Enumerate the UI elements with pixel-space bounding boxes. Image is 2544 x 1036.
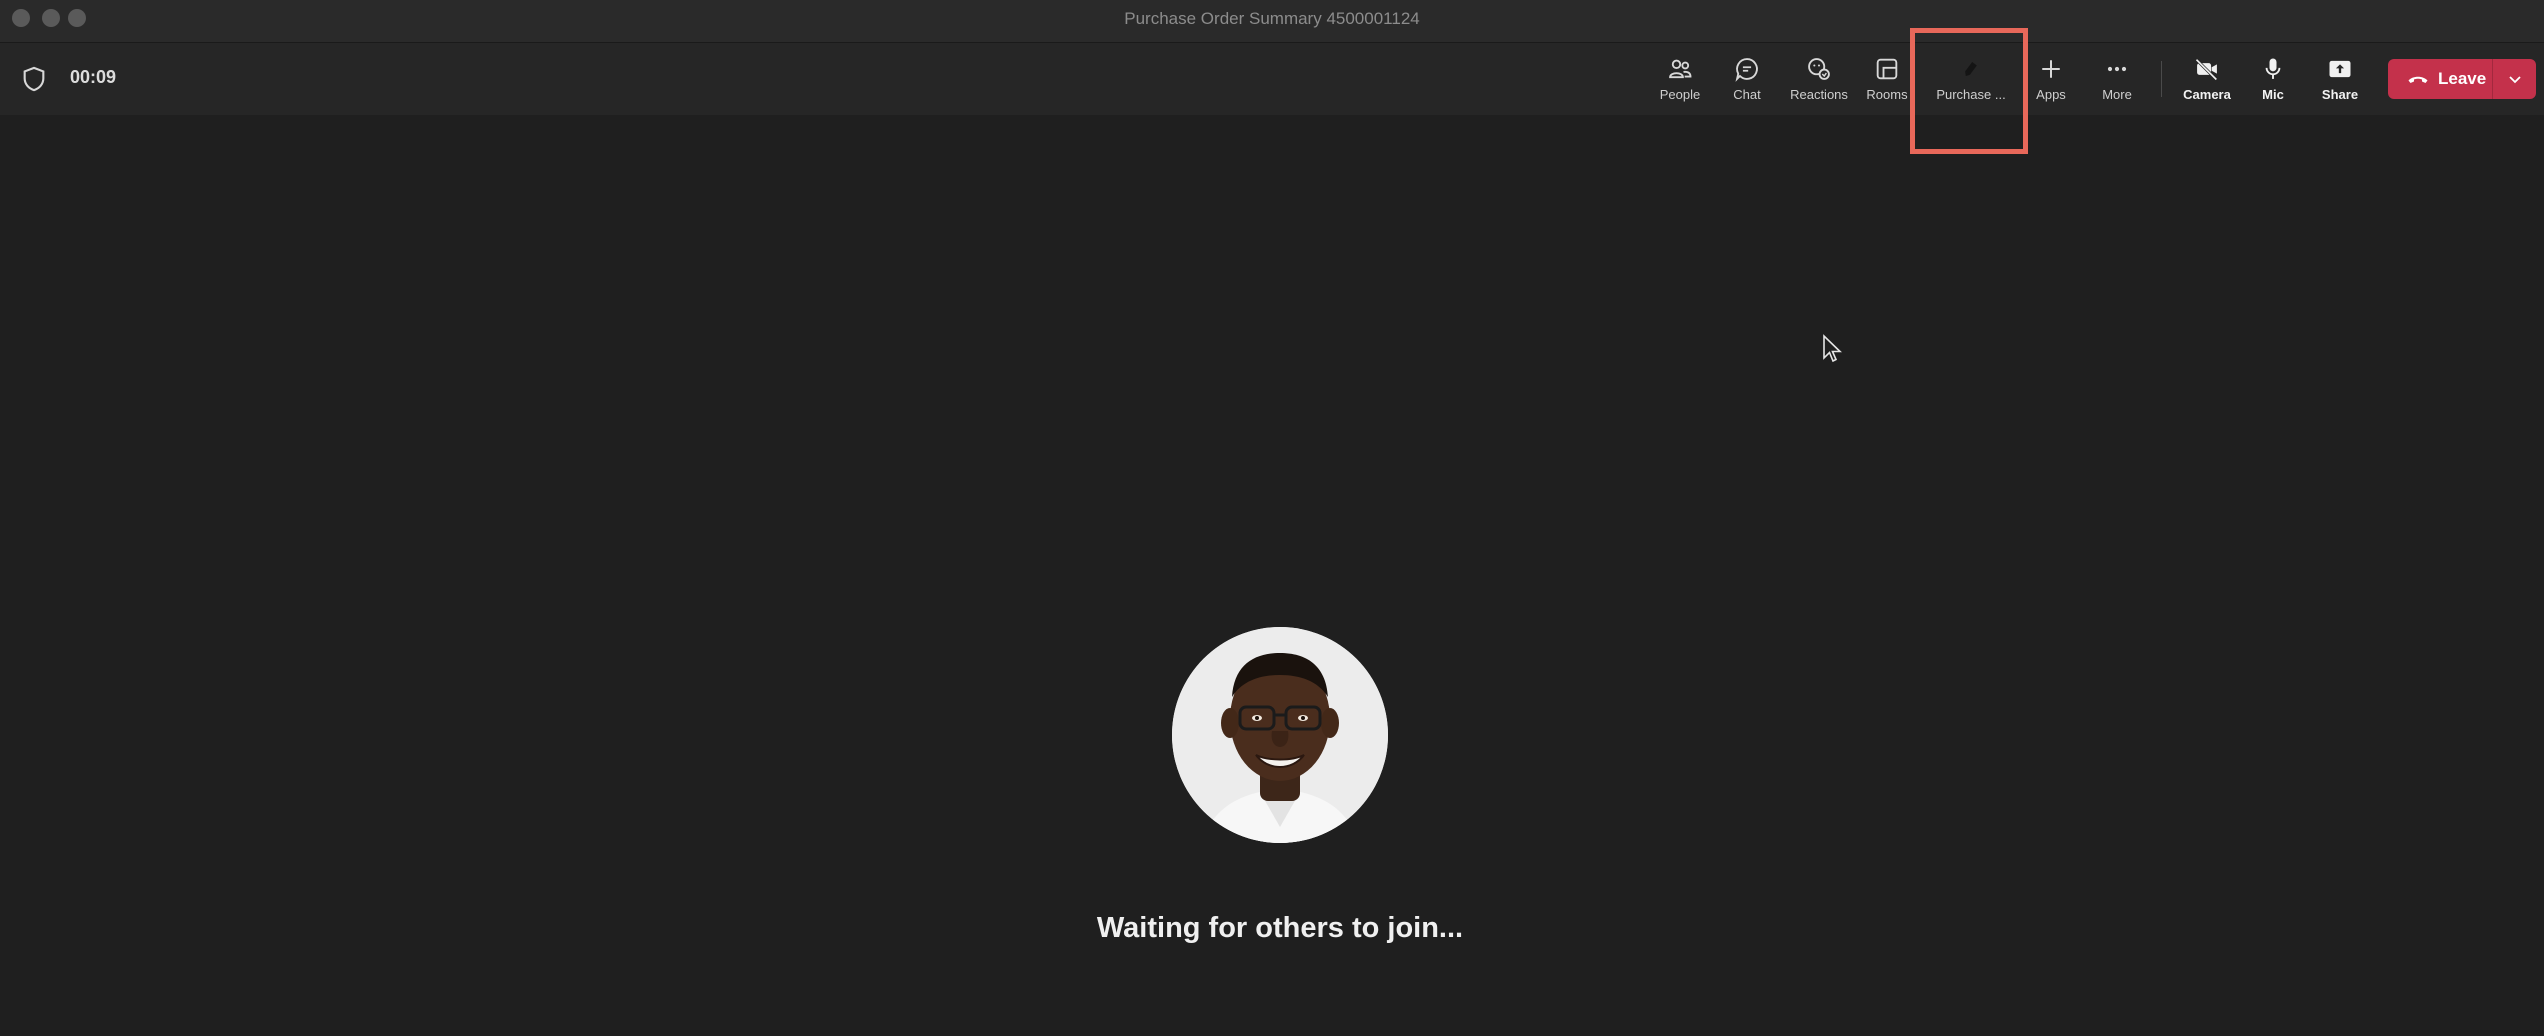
more-label: More [2102,87,2132,102]
more-button[interactable]: More [2082,55,2152,107]
meeting-window: Purchase Order Summary 4500001124 00:09 … [0,0,2544,1036]
meeting-toolbar: 00:09 People Chat Reactions Rooms Purcha… [0,43,2544,115]
toolbar-divider [2161,61,2162,97]
share-label: Share [2321,87,2359,102]
mouse-cursor-icon [1823,334,1842,363]
reactions-button[interactable]: Reactions [1784,55,1854,107]
camera-off-icon [2195,58,2218,81]
hang-up-icon [2408,76,2428,83]
rooms-icon [1876,58,1898,80]
people-label: People [1659,87,1701,102]
camera-label: Camera [2183,87,2231,102]
title-bar: Purchase Order Summary 4500001124 [0,0,2544,43]
more-icon [2107,66,2127,72]
participant-avatar [1172,627,1388,843]
mic-label: Mic [2262,87,2284,102]
meeting-timer: 00:09 [70,67,117,87]
microphone-icon [2265,58,2281,79]
people-icon [1669,59,1692,79]
share-screen-icon [2329,60,2351,78]
chat-label: Chat [1733,87,1761,102]
leave-button-group: Leave [2388,59,2536,99]
reactions-label: Reactions [1790,87,1848,102]
people-button[interactable]: People [1645,55,1715,107]
waiting-message: Waiting for others to join... [1096,912,1464,944]
camera-button[interactable]: Camera [2172,55,2242,107]
leave-label: Leave [2438,69,2487,88]
chat-icon [1735,58,1758,82]
chevron-down-icon [2508,76,2521,84]
chat-button[interactable]: Chat [1712,55,1782,107]
avatar-photo [1172,627,1388,843]
highlight-box [1910,28,2028,154]
leave-button[interactable]: Leave [2388,59,2492,99]
shield-icon[interactable] [20,65,48,93]
reactions-icon [1808,58,1830,80]
share-button[interactable]: Share [2305,55,2375,107]
window-title: Purchase Order Summary 4500001124 [1124,9,1420,28]
plus-icon [2042,60,2060,78]
mic-button[interactable]: Mic [2238,55,2308,107]
leave-options-dropdown[interactable] [2493,59,2536,99]
